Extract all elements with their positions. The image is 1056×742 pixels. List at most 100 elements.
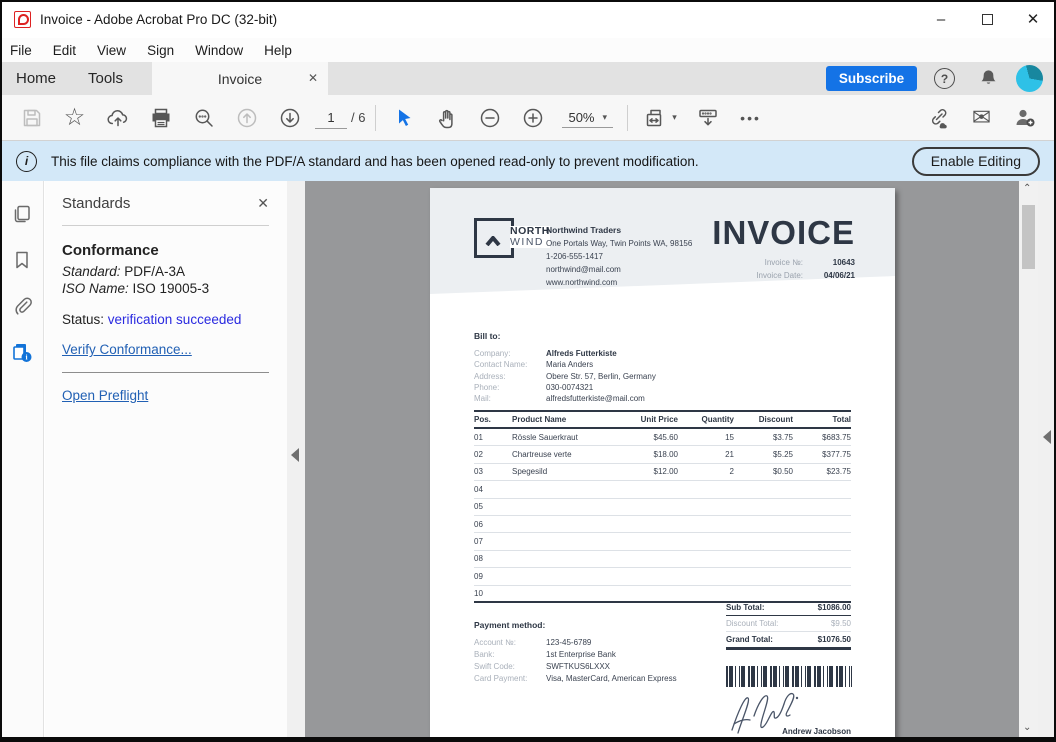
discount-total-label: Discount Total: [726, 619, 778, 628]
save-icon[interactable] [10, 100, 53, 136]
help-icon[interactable]: ? [934, 68, 955, 89]
conformance-heading: Conformance [62, 242, 269, 259]
panel-divider [62, 225, 269, 226]
window-title: Invoice - Adobe Acrobat Pro DC (32-bit) [40, 12, 277, 27]
tab-bar: Home Tools Invoice ✕ Subscribe ? [0, 62, 1056, 95]
table-row: 05 [474, 499, 851, 516]
table-row: 09 [474, 568, 851, 585]
scroll-down-icon[interactable]: ⌄ [1023, 722, 1031, 733]
pdfa-notice-bar: i This file claims compliance with the P… [0, 141, 1056, 181]
add-user-icon[interactable] [1003, 100, 1046, 136]
minimize-button[interactable]: – [918, 0, 964, 38]
collapse-tools-pane-icon[interactable] [1043, 430, 1051, 444]
subtotal-value: $1086.00 [818, 603, 851, 612]
notice-text: This file claims compliance with the PDF… [51, 154, 699, 169]
panel-divider [62, 372, 269, 373]
totals-block: Sub Total:$1086.00 Discount Total:$9.50 … [726, 600, 851, 650]
menu-file[interactable]: File [10, 43, 32, 58]
more-tools-icon[interactable]: ••• [729, 100, 772, 136]
zoom-in-icon[interactable] [511, 100, 554, 136]
zoom-level-value: 50% [568, 110, 594, 125]
subscribe-button[interactable]: Subscribe [826, 66, 917, 91]
email-icon[interactable]: ✉ [960, 100, 1003, 136]
menu-edit[interactable]: Edit [53, 43, 76, 58]
company-address: One Portals Way, Twin Points WA, 98156 [546, 237, 692, 250]
tab-home[interactable]: Home [16, 62, 56, 95]
next-page-icon[interactable] [268, 100, 311, 136]
cloud-upload-icon[interactable] [96, 100, 139, 136]
main-toolbar: ☆ 1 / 6 50% ▾ ▾ ••• ✉ [0, 95, 1056, 141]
previous-page-icon[interactable] [225, 100, 268, 136]
zoom-level-dropdown[interactable]: 50% ▾ [562, 108, 613, 128]
hand-tool-icon[interactable] [425, 100, 468, 136]
tools-pane-gutter[interactable] [1038, 181, 1054, 737]
chevron-down-icon: ▾ [672, 112, 677, 123]
toolbar-separator [627, 105, 628, 131]
grand-total-value: $1076.50 [818, 635, 851, 644]
bookmarks-icon[interactable] [11, 249, 33, 271]
verify-conformance-link[interactable]: Verify Conformance... [62, 342, 192, 357]
info-icon: i [16, 151, 37, 172]
page-number-input[interactable]: 1 [315, 107, 347, 129]
discount-total-value: $9.50 [831, 619, 851, 628]
open-preflight-link[interactable]: Open Preflight [62, 388, 148, 403]
panel-resize-gutter[interactable] [287, 181, 305, 737]
maximize-button[interactable] [964, 0, 1010, 38]
account-avatar[interactable] [1016, 65, 1043, 92]
scrollbar-thumb[interactable] [1022, 205, 1035, 269]
status-label: Status: [62, 312, 108, 327]
search-icon[interactable] [182, 100, 225, 136]
notifications-bell-icon[interactable] [977, 67, 1000, 95]
invoice-date-label: Invoice Date: [756, 269, 803, 282]
tab-close-icon[interactable]: ✕ [308, 71, 318, 85]
fit-full-width-icon[interactable] [686, 100, 729, 136]
title-bar: Invoice - Adobe Acrobat Pro DC (32-bit) … [0, 0, 1056, 38]
maximize-icon [982, 14, 993, 25]
fit-width-dropdown[interactable]: ▾ [634, 100, 686, 136]
star-favorite-icon[interactable]: ☆ [53, 100, 96, 136]
page-thumbnails-icon[interactable] [11, 203, 33, 225]
payment-method-heading: Payment method: [474, 620, 545, 630]
toolbar-separator [375, 105, 376, 131]
logo-wordmark: NORTH WIND [510, 226, 550, 248]
vertical-scrollbar[interactable]: ⌃ ⌄ [1019, 181, 1038, 737]
svg-text:i: i [25, 353, 27, 362]
grand-total-label: Grand Total: [726, 635, 773, 644]
bill-to-block: Company:Alfreds Futterkiste Contact Name… [474, 348, 656, 404]
menu-bar: File Edit View Sign Window Help [0, 38, 1056, 62]
table-row: 01Rössle Sauerkraut$45.6015$3.75$683.75 [474, 429, 851, 446]
enable-editing-button[interactable]: Enable Editing [912, 147, 1040, 176]
company-name: Northwind Traders [546, 224, 692, 237]
menu-sign[interactable]: Sign [147, 43, 174, 58]
collapse-panel-icon[interactable] [291, 448, 299, 462]
close-panel-icon[interactable]: ✕ [257, 195, 269, 212]
select-tool-icon[interactable] [382, 100, 425, 136]
share-link-icon[interactable] [917, 100, 960, 136]
chevron-down-icon: ▾ [603, 112, 608, 123]
standard-value: PDF/A-3A [121, 264, 186, 279]
zoom-out-icon[interactable] [468, 100, 511, 136]
attachments-icon[interactable] [11, 295, 33, 317]
table-row: 04 [474, 481, 851, 498]
standard-label: Standard: [62, 264, 121, 279]
scroll-up-icon[interactable]: ⌃ [1023, 183, 1031, 194]
table-row: 07 [474, 533, 851, 550]
menu-window[interactable]: Window [195, 43, 243, 58]
menu-help[interactable]: Help [264, 43, 292, 58]
table-row: 08 [474, 551, 851, 568]
menu-view[interactable]: View [97, 43, 126, 58]
bill-to-heading: Bill to: [474, 331, 500, 341]
company-block: Northwind Traders One Portals Way, Twin … [546, 224, 692, 289]
table-row: 06 [474, 516, 851, 533]
iso-name-value: ISO 19005-3 [129, 281, 209, 296]
close-window-button[interactable]: ✕ [1010, 0, 1056, 38]
tab-tools[interactable]: Tools [88, 62, 123, 95]
standards-icon-active[interactable]: i [11, 341, 33, 363]
invoice-title: INVOICE [712, 214, 855, 252]
standards-panel: Standards ✕ Conformance Standard: PDF/A-… [45, 181, 287, 737]
invoice-number-label: Invoice №: [765, 256, 803, 269]
tab-document-invoice[interactable]: Invoice ✕ [152, 62, 328, 95]
navigation-pane-strip: i [0, 181, 44, 737]
document-view: NORTH WIND Northwind Traders One Portals… [305, 181, 1019, 737]
print-icon[interactable] [139, 100, 182, 136]
